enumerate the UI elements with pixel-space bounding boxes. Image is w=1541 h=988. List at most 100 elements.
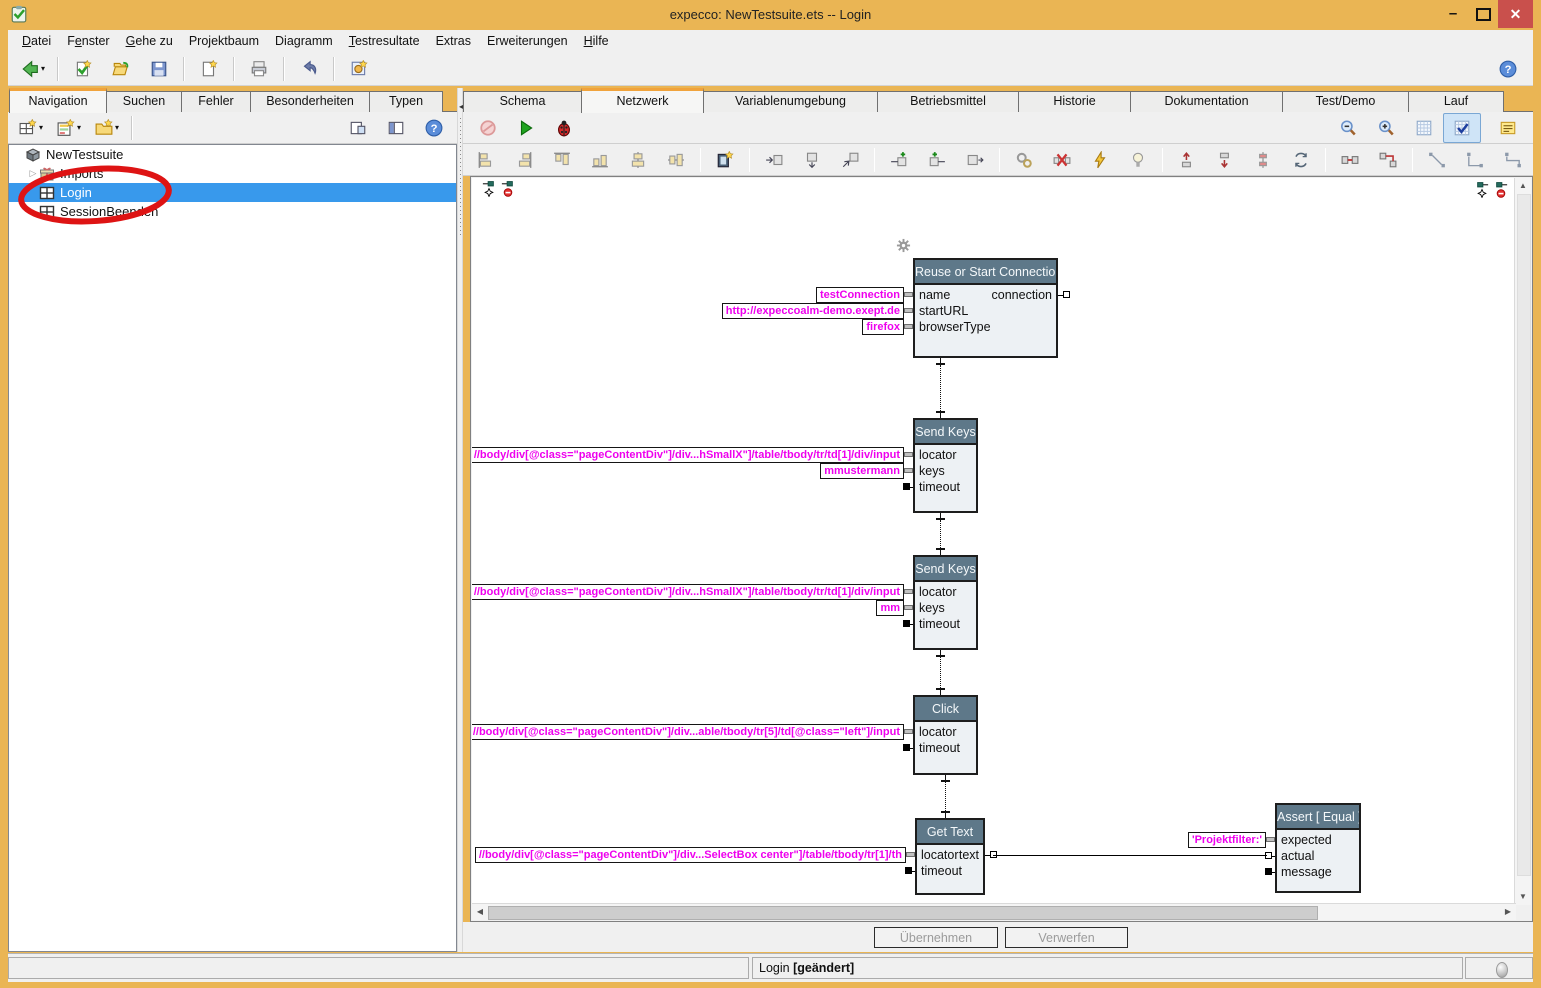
zoom-out-button[interactable] <box>1329 113 1367 143</box>
help-button[interactable]: ? <box>415 113 453 143</box>
value-browsertype[interactable]: firefox <box>862 319 904 335</box>
value-keys[interactable]: mm <box>876 600 904 616</box>
insert-pin-corner-button[interactable] <box>831 145 869 175</box>
detach-view-button[interactable] <box>339 113 377 143</box>
add-output-pin-button[interactable] <box>918 145 956 175</box>
tab-besonderheiten[interactable]: Besonderheiten <box>250 91 370 112</box>
add-step-button[interactable] <box>956 145 994 175</box>
value-keys[interactable]: mmustermann <box>820 463 904 479</box>
menu-extras[interactable]: Extras <box>428 32 479 50</box>
input-pin-keys[interactable] <box>904 468 913 473</box>
help-button[interactable]: ? <box>1489 54 1527 84</box>
discard-button[interactable]: Verwerfen <box>1005 927 1128 948</box>
block-library-button[interactable] <box>706 145 744 175</box>
tree-item-imports[interactable]: ▷Imports <box>9 164 456 183</box>
tab-dokumentation[interactable]: Dokumentation <box>1130 91 1283 112</box>
align-center-v-button[interactable] <box>657 145 695 175</box>
split-view-button[interactable] <box>377 113 415 143</box>
input-pin-timeout[interactable] <box>903 483 910 490</box>
align-left-button[interactable] <box>467 145 505 175</box>
input-pin-name[interactable] <box>904 292 913 297</box>
abort-button[interactable] <box>469 113 507 143</box>
minimize-button[interactable]: – <box>1438 0 1468 28</box>
open-folder-button[interactable] <box>102 54 140 84</box>
value-locator[interactable]: //body/div[@class="pageContentDiv"]/div.… <box>472 447 904 463</box>
input-pin-expected[interactable] <box>1266 837 1275 842</box>
debug-button[interactable] <box>545 113 583 143</box>
menu-testresultate[interactable]: Testresultate <box>341 32 428 50</box>
horizontal-scrollbar[interactable]: ◀ ▶ <box>472 903 1516 920</box>
expander-icon[interactable]: ▷ <box>27 168 39 179</box>
tab-schema[interactable]: Schema <box>463 91 582 112</box>
align-right-button[interactable] <box>505 145 543 175</box>
input-pin-keys[interactable] <box>904 605 913 610</box>
menu-gehe-zu[interactable]: Gehe zu <box>118 32 181 50</box>
new-diagram-button[interactable]: ▾ <box>12 113 50 143</box>
menu-projektbaum[interactable]: Projektbaum <box>181 32 267 50</box>
grid-select-button[interactable] <box>1443 113 1481 143</box>
insert-pin-left-button[interactable] <box>755 145 793 175</box>
align-pins-button[interactable] <box>1244 145 1282 175</box>
value-name[interactable]: testConnection <box>816 287 904 303</box>
tree-item-login[interactable]: Login <box>9 183 456 202</box>
tab-fehler[interactable]: Fehler <box>181 91 251 112</box>
wire-style-spline-button[interactable] <box>1532 145 1541 175</box>
chevron-down-icon[interactable]: ▾ <box>41 64 45 73</box>
tab-historie[interactable]: Historie <box>1018 91 1131 112</box>
panel-splitter[interactable]: ◀ <box>457 88 463 952</box>
chevron-down-icon[interactable]: ▾ <box>39 123 43 132</box>
add-input-pin-button[interactable] <box>880 145 918 175</box>
tab-test-demo[interactable]: Test/Demo <box>1282 91 1409 112</box>
new-check-document-button[interactable] <box>64 54 102 84</box>
settings-window-button[interactable] <box>340 54 378 84</box>
align-bottom-button[interactable] <box>581 145 619 175</box>
connect-steps-button[interactable] <box>1369 145 1407 175</box>
maximize-button[interactable] <box>1468 0 1498 28</box>
tab-netzwerk[interactable]: Netzwerk <box>581 88 704 113</box>
input-pin-locator[interactable] <box>904 589 913 594</box>
new-folder-button[interactable]: ▾ <box>88 113 126 143</box>
print-button[interactable] <box>240 54 278 84</box>
input-pin-starturl[interactable] <box>904 308 913 313</box>
menu-erweiterungen[interactable]: Erweiterungen <box>479 32 576 50</box>
chevron-down-icon[interactable]: ▾ <box>77 123 81 132</box>
input-pin-message[interactable] <box>1265 868 1272 875</box>
close-button[interactable]: ✕ <box>1498 0 1533 28</box>
notes-button[interactable] <box>1489 113 1527 143</box>
value-locator[interactable]: //body/div[@class="pageContentDiv"]/div.… <box>472 584 904 600</box>
remove-wires-button[interactable] <box>1043 145 1081 175</box>
tab-lauf[interactable]: Lauf <box>1408 91 1504 112</box>
chevron-down-icon[interactable]: ▾ <box>115 123 119 132</box>
wire-style-ortho-button[interactable] <box>1456 145 1494 175</box>
wire-style-tree-button[interactable] <box>1494 145 1532 175</box>
new-list-button[interactable]: ▾ <box>50 113 88 143</box>
tab-betriebsmittel[interactable]: Betriebsmittel <box>877 91 1019 112</box>
highlight-wires-button[interactable] <box>1119 145 1157 175</box>
grid-button[interactable] <box>1405 113 1443 143</box>
tab-variablenumgebung[interactable]: Variablenumgebung <box>703 91 878 112</box>
diagram-canvas[interactable]: Reuse or Start ConnectionnametestConnect… <box>472 178 1516 905</box>
value-locator[interactable]: //body/div[@class="pageContentDiv"]/div.… <box>472 724 904 740</box>
tab-suchen[interactable]: Suchen <box>106 91 182 112</box>
auto-wire-button[interactable] <box>1005 145 1043 175</box>
align-top-button[interactable] <box>543 145 581 175</box>
undo-button[interactable] <box>290 54 328 84</box>
menu-hilfe[interactable]: Hilfe <box>576 32 617 50</box>
menu-fenster[interactable]: Fenster <box>59 32 117 50</box>
scroll-left-icon[interactable]: ◀ <box>472 904 488 920</box>
tree-item-sessionbeenden[interactable]: SessionBeenden <box>9 202 456 221</box>
vertical-scroll-thumb[interactable] <box>1517 194 1531 876</box>
save-button[interactable] <box>140 54 178 84</box>
scroll-right-icon[interactable]: ▶ <box>1500 904 1516 920</box>
vertical-scrollbar[interactable]: ▲ ▼ <box>1514 178 1531 905</box>
menu-diagramm[interactable]: Diagramm <box>267 32 341 50</box>
swap-pins-button[interactable] <box>1282 145 1320 175</box>
tab-navigation[interactable]: Navigation <box>9 88 107 113</box>
input-pin-timeout[interactable] <box>905 867 912 874</box>
wire-style-direct-button[interactable] <box>1418 145 1456 175</box>
back-arrow-button[interactable]: ▾ <box>14 54 52 84</box>
input-pin-timeout[interactable] <box>903 620 910 627</box>
horizontal-scroll-thumb[interactable] <box>488 906 1318 920</box>
input-pin-locator[interactable] <box>904 729 913 734</box>
scroll-down-icon[interactable]: ▼ <box>1515 889 1531 905</box>
